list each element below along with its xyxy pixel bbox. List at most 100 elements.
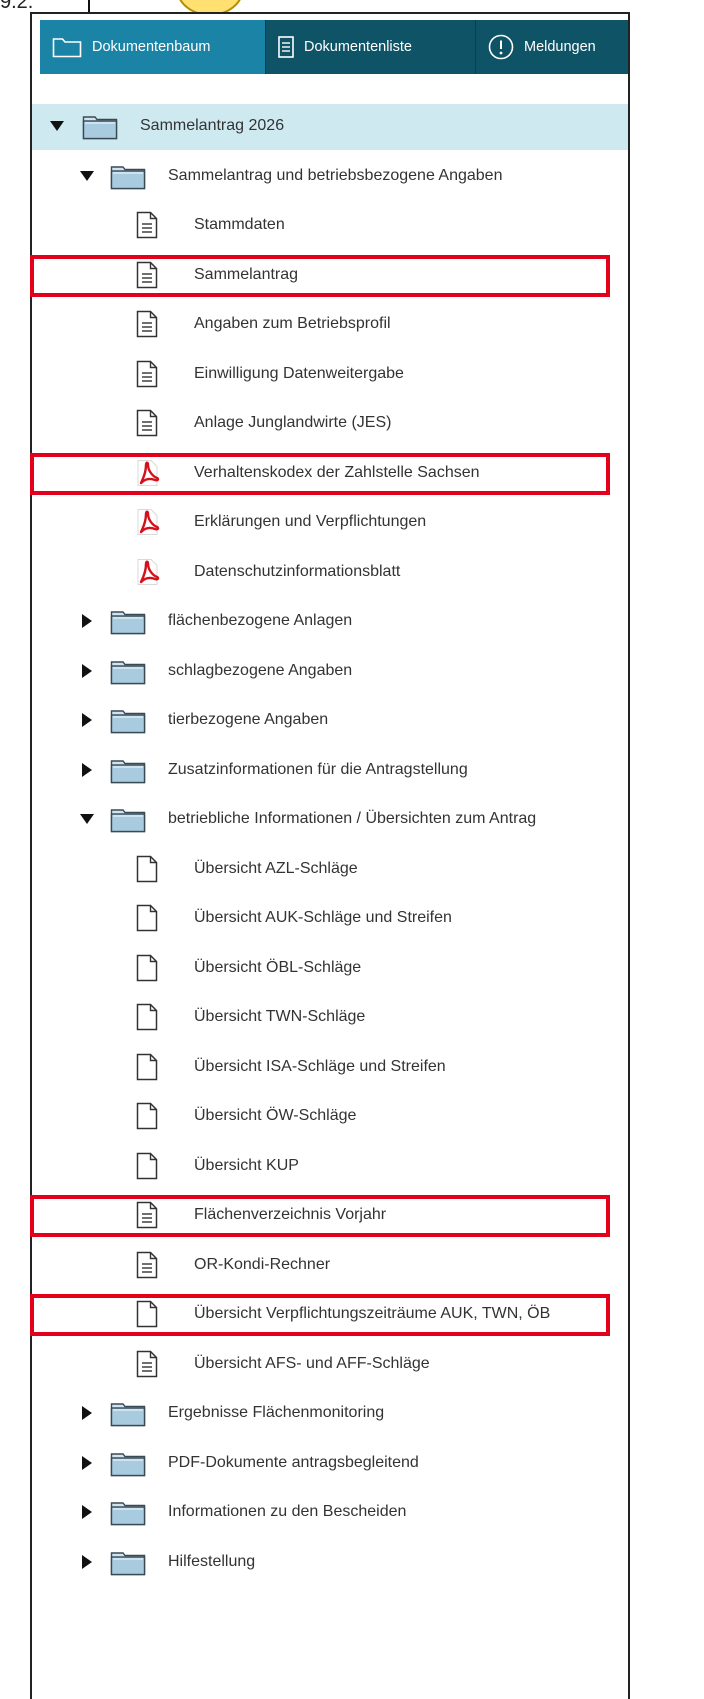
tree-document-row[interactable]: Übersicht KUP [32,1144,628,1190]
tree-item-label: Übersicht TWN-Schläge [194,1008,366,1025]
document-lines-icon [136,1251,158,1284]
blank-document-icon [136,954,158,987]
tree-item-label: Übersicht KUP [194,1156,299,1174]
expand-arrow-right-icon[interactable] [78,662,96,680]
red-highlight-box [30,254,610,297]
tree-item-label: Ergebnisse Flächenmonitoring [168,1404,385,1421]
folder-icon [82,114,118,145]
tree-folder-row[interactable]: PDF-Dokumente antragsbegleitend [32,1441,628,1487]
tree-folder-row[interactable]: tierbezogene Angaben [32,698,628,744]
tree-item-label: flächenbezogene Anlagen [168,612,353,629]
tree-folder-row[interactable]: Hilfestellung [32,1540,628,1586]
tree-item-label: Anlage Junglandwirte (JES) [194,414,392,431]
tree-item-label: Übersicht AFS- und AFF-Schläge [194,1354,430,1372]
tree-item-label: Angaben zum Betriebsprofil [194,315,391,332]
tree-folder-row[interactable]: Zusatzinformationen für die Antragstellu… [32,748,628,794]
tab-label: Meldungen [524,39,596,55]
tree-folder-row[interactable]: Informationen zu den Bescheiden [32,1490,628,1536]
folder-icon [110,807,146,838]
red-highlight-box [30,452,610,495]
expand-arrow-right-icon[interactable] [78,1503,96,1521]
tree-folder-row[interactable]: Sammelantrag 2026 [32,104,628,150]
tab-bar: Dokumentenbaum Dokumentenliste Meldungen [40,20,628,74]
expand-arrow-right-icon[interactable] [78,711,96,729]
tree-document-row[interactable]: Stammdaten [32,203,628,249]
tab-label: Dokumentenliste [304,39,412,55]
pdf-icon [136,508,160,541]
expand-arrow-down-icon[interactable] [78,167,96,185]
folder-icon [110,708,146,739]
tree-item-label: Hilfestellung [168,1552,256,1570]
expand-arrow-down-icon[interactable] [48,117,66,135]
folder-icon [110,1451,146,1482]
expand-arrow-right-icon[interactable] [78,1454,96,1472]
tree-folder-row[interactable]: schlagbezogene Angaben [32,649,628,695]
expand-arrow-right-icon[interactable] [78,612,96,630]
tree-document-row[interactable]: Übersicht AZL-Schläge [32,847,628,893]
tree-document-row[interactable]: Datenschutzinformationsblatt [32,550,628,596]
blank-document-icon [136,904,158,937]
blank-document-icon [136,1102,158,1135]
blank-document-icon [136,855,158,888]
tab-dokumentenbaum[interactable]: Dokumentenbaum [40,20,266,74]
tree-item-label: Stammdaten [194,216,285,233]
tree-document-row[interactable]: Übersicht AFS- und AFF-Schläge [32,1342,628,1388]
tree-item-label: Übersicht ISA-Schläge und Streifen [194,1057,446,1075]
tree-document-row[interactable]: Anlage Junglandwirte (JES) [32,401,628,447]
tree-item-label: Übersicht ÖW-Schläge [194,1107,357,1124]
folder-icon [110,609,146,640]
tree-item-label: Übersicht AUK-Schläge und Streifen [194,909,452,926]
tree-folder-row[interactable]: Ergebnisse Flächenmonitoring [32,1391,628,1437]
red-highlight-box [30,1195,610,1237]
folder-icon [110,659,146,690]
folder-icon [110,164,146,195]
tree-document-row[interactable]: Übersicht ÖW-Schläge [32,1094,628,1140]
tree-item-label: Sammelantrag und betriebsbezogene Angabe… [168,166,503,184]
tree-item-label: tierbezogene Angaben [168,711,329,728]
red-highlight-box [30,1294,610,1336]
blank-document-icon [136,1003,158,1036]
document-lines-icon [136,211,158,244]
tree-document-row[interactable]: Erklärungen und Verpflichtungen [32,500,628,546]
tree-document-row[interactable]: Übersicht ISA-Schläge und Streifen [32,1045,628,1091]
document-lines-icon [136,360,158,393]
folder-icon [110,1500,146,1531]
tree-item-label: Informationen zu den Bescheiden [168,1503,407,1520]
tab-meldungen[interactable]: Meldungen [476,20,628,74]
tree-item-label: PDF-Dokumente antragsbegleitend [168,1453,419,1471]
folder-icon [110,758,146,789]
tree-item-label: Übersicht AZL-Schläge [194,859,358,877]
tree-item-label: Erklärungen und Verpflichtungen [194,513,427,530]
blank-document-icon [136,1152,158,1185]
expand-arrow-right-icon[interactable] [78,761,96,779]
tree-item-label: Sammelantrag 2026 [140,117,285,134]
folder-outline-icon [52,36,82,58]
tree-folder-row[interactable]: Sammelantrag und betriebsbezogene Angabe… [32,154,628,200]
tree-document-row[interactable]: Übersicht ÖBL-Schläge [32,946,628,992]
document-lines-icon [136,409,158,442]
tree-document-row[interactable]: Einwilligung Datenweitergabe [32,352,628,398]
pdf-icon [136,558,160,591]
tree-item-label: betriebliche Informationen / Übersichten… [168,810,537,827]
blank-document-icon [136,1053,158,1086]
tree-item-label: Übersicht ÖBL-Schläge [194,958,362,976]
expand-arrow-right-icon[interactable] [78,1404,96,1422]
tree-item-label: Zusatzinformationen für die Antragstellu… [168,760,468,778]
expand-arrow-down-icon[interactable] [78,810,96,828]
folder-icon [110,1401,146,1432]
document-lines-icon [136,310,158,343]
tree-folder-row[interactable]: betriebliche Informationen / Übersichten… [32,797,628,843]
tab-dokumentenliste[interactable]: Dokumentenliste [266,20,476,74]
tree-document-row[interactable]: Übersicht TWN-Schläge [32,995,628,1041]
tree-document-row[interactable]: Übersicht AUK-Schläge und Streifen [32,896,628,942]
tree-folder-row[interactable]: flächenbezogene Anlagen [32,599,628,645]
document-lines-icon [136,1350,158,1383]
tree-document-row[interactable]: OR-Kondi-Rechner [32,1243,628,1289]
tree-document-row[interactable]: Angaben zum Betriebsprofil [32,302,628,348]
cropped-text: 9.2. [0,0,34,13]
expand-arrow-right-icon[interactable] [78,1553,96,1571]
tree-item-label: Datenschutzinformationsblatt [194,562,401,580]
list-document-icon [278,36,294,58]
tab-label: Dokumentenbaum [92,39,211,55]
folder-icon [110,1550,146,1581]
